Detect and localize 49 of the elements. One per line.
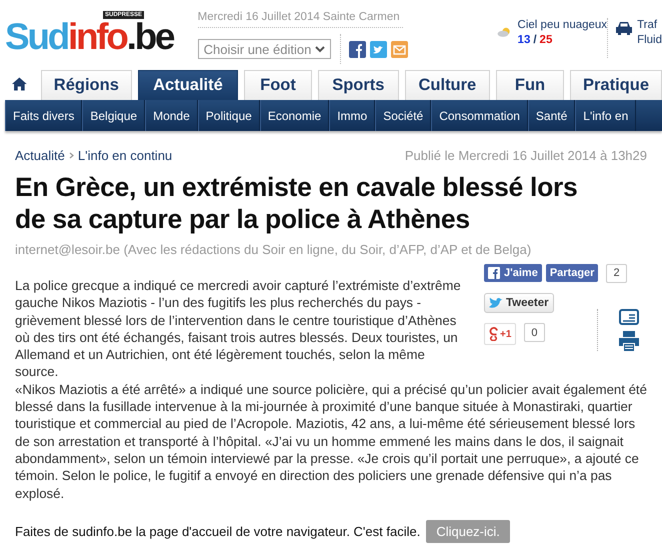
home-icon[interactable] [12,76,27,92]
date-text: Mercredi 16 Juillet 2014 Sainte Carmen [198,11,403,28]
nav-tab[interactable]: Sports [318,70,399,100]
nav-tab[interactable]: Fun [496,70,564,100]
subnav-link[interactable]: Belgique [82,100,146,131]
subnav-link[interactable]: Politique [198,100,260,131]
subnav-link[interactable]: Société [375,100,432,131]
facebook-icon [488,267,500,279]
print-icon[interactable] [618,331,640,351]
subnav-link[interactable]: L'info en [575,100,636,131]
nav-tab[interactable]: Pratique [570,70,662,100]
facebook-icon[interactable] [348,40,366,58]
traffic-text: Traf [637,18,658,33]
subnav-link[interactable]: Consommation [431,100,528,131]
traffic-status: Fluid [637,33,662,48]
nav-tab[interactable]: Actualité [138,70,238,100]
edition-dropdown[interactable]: Choisir une édition [198,39,331,59]
bird-icon [489,297,503,309]
article-paragraph: «Nikos Maziotis a été arrêté» a indiqué une source policière, qui a précisé qu’un policier avait également été blessé dans la fusillade intervenue à la mi-journée à proximité d’une banque située à Monastiraki, quartier touristique et commercial au pied de l’Acropole. Maziotis, 42 ans, a lui-même été sérieusement blessé lors de son arrestation et transporté à l’hôpital. «J’ai vu un homme emmené les mains dans le dos, il saignait abondamment», selon un témoin interviewé par la presse. «Je crois qu’il portait une perruque», a ajouté ce témoin. Selon le police, le fugitif a envoyé en direction des policiers une grenade défensive qui n’a pas explosé. [15,380,647,502]
share-button[interactable]: Partager [546,264,598,282]
breadcrumb-link[interactable]: L'info en continu [78,148,172,163]
like-button[interactable]: J'aime [484,264,542,282]
article-paragraph: La police grecque a indiqué ce mercredi avoir capturé l’extrémiste d’extrême gauche Nikos Maziotis - l’un des fugitifs les plus recherchés du pays - grièvement blessé lors de l’intervention dans le centre touristique d’Athènes où des tirs ont été échangés, faisant trois autres blessés. Deux touristes, un Allemand et un Autrichien, ont été légèrement touchés, selon la même source. [15,277,462,381]
breadcrumb-link[interactable]: Actualité [15,148,65,163]
homepage-prompt: Faites de sudinfo.be la page d'accueil de votre navigateur. C'est facile. [15,524,420,539]
nav-tab[interactable]: Régions [40,70,132,100]
plus-one-button[interactable]: +1 [484,323,516,345]
g-icon [489,327,499,341]
publish-date: Publié le Mercredi 16 Juillet 2014 à 13h29 [404,148,647,163]
chevron-right-icon [68,152,74,159]
car-icon [615,21,634,35]
nav-tab[interactable]: Culture [404,70,490,100]
subnav-link[interactable]: Santé [528,100,576,131]
author-line: internet@lesoir.be (Avec les rédactions du Soir en ligne, du Soir, d’AFP, d’AP et de Belga) [15,242,532,257]
temperature-low: 13 [518,34,530,46]
temperature-separator: / [533,34,537,46]
subnav-link[interactable]: Faits divers [5,100,82,131]
share-count: 2 [606,264,627,282]
weather-text: Ciel peu nuageux [518,18,608,33]
tweet-button[interactable]: Tweeter [484,293,554,313]
plus-one-count: 0 [524,323,545,342]
article-title: En Grèce, un extrémiste en cavale blessé lors de sa capture par la police à Athènes [15,171,578,235]
nav-tab[interactable]: Foot [244,70,312,100]
newsletter-icon[interactable] [619,309,639,325]
chevron-icon [314,46,325,52]
temperature-high: 25 [540,34,552,46]
subnav-link[interactable]: Monde [145,100,198,131]
subnav-link[interactable]: Immo [329,100,376,131]
subnav-link[interactable]: Economie [260,100,330,131]
